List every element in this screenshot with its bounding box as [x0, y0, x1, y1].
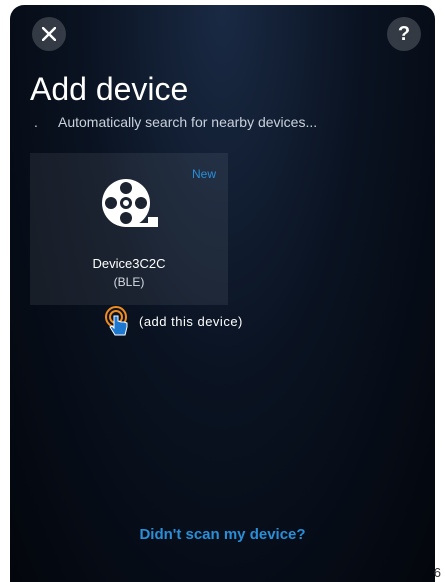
search-status-text: Automatically search for nearby devices.… — [58, 114, 318, 130]
search-status: . Automatically search for nearby devices… — [34, 114, 317, 130]
page-title: Add device — [30, 71, 189, 107]
new-badge: New — [191, 167, 216, 181]
device-reel-icon — [102, 179, 158, 227]
help-icon: ? — [397, 23, 411, 45]
close-button[interactable] — [32, 17, 66, 51]
tap-hint: (add this device) — [105, 306, 243, 336]
app-screen: ? Add device . Automatically search for n… — [10, 5, 435, 582]
device-card[interactable]: New Device3C2C (BLE) — [30, 153, 228, 305]
tap-hand-icon — [105, 306, 128, 336]
tap-hint-text: (add this device) — [139, 313, 243, 329]
didnt-scan-link[interactable]: Didn't scan my device? — [10, 526, 435, 543]
device-connection-type: (BLE) — [113, 275, 145, 289]
searching-indicator: . — [34, 114, 38, 130]
close-icon — [42, 27, 56, 41]
page-number: 6 — [433, 565, 441, 580]
device-name: Device3C2C — [92, 256, 166, 271]
help-button[interactable]: ? — [387, 17, 421, 51]
top-bar: ? — [10, 5, 435, 65]
